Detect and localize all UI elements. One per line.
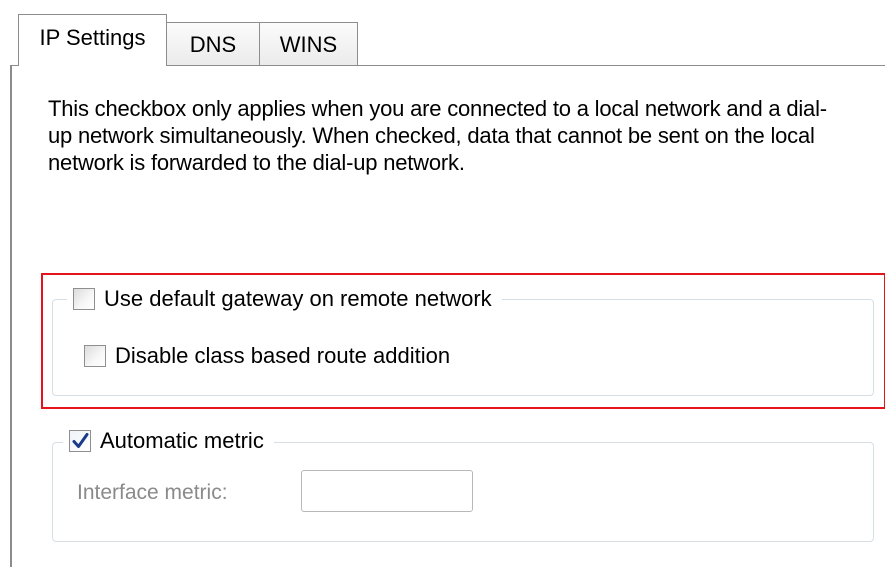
tab-dns[interactable]: DNS	[166, 22, 260, 66]
default-gateway-checkbox-row[interactable]: Use default gateway on remote network	[67, 286, 502, 312]
tab-wins[interactable]: WINS	[259, 22, 358, 66]
automatic-metric-checkbox-row[interactable]: Automatic metric	[63, 428, 274, 454]
checkmark-icon	[72, 433, 89, 448]
default-gateway-checkbox[interactable]	[73, 288, 95, 310]
tab-dns-label: DNS	[189, 31, 237, 57]
default-gateway-label: Use default gateway on remote network	[104, 286, 492, 311]
tab-ip-settings-label: IP Settings	[39, 24, 146, 50]
interface-metric-label: Interface metric:	[77, 481, 228, 504]
automatic-metric-label: Automatic metric	[100, 428, 264, 453]
class-based-route-checkbox[interactable]	[84, 345, 106, 367]
interface-metric-input[interactable]	[301, 470, 473, 512]
class-based-route-checkbox-row[interactable]: Disable class based route addition	[84, 343, 450, 369]
class-based-route-label: Disable class based route addition	[115, 343, 451, 368]
ip-settings-dialog: IP Settings DNS WINS This checkbox only …	[0, 0, 885, 567]
tab-wins-label: WINS	[279, 31, 338, 57]
tab-ip-settings[interactable]: IP Settings	[18, 14, 167, 66]
description-text: This checkbox only applies when you are …	[48, 96, 827, 175]
automatic-metric-checkbox[interactable]	[69, 430, 91, 452]
